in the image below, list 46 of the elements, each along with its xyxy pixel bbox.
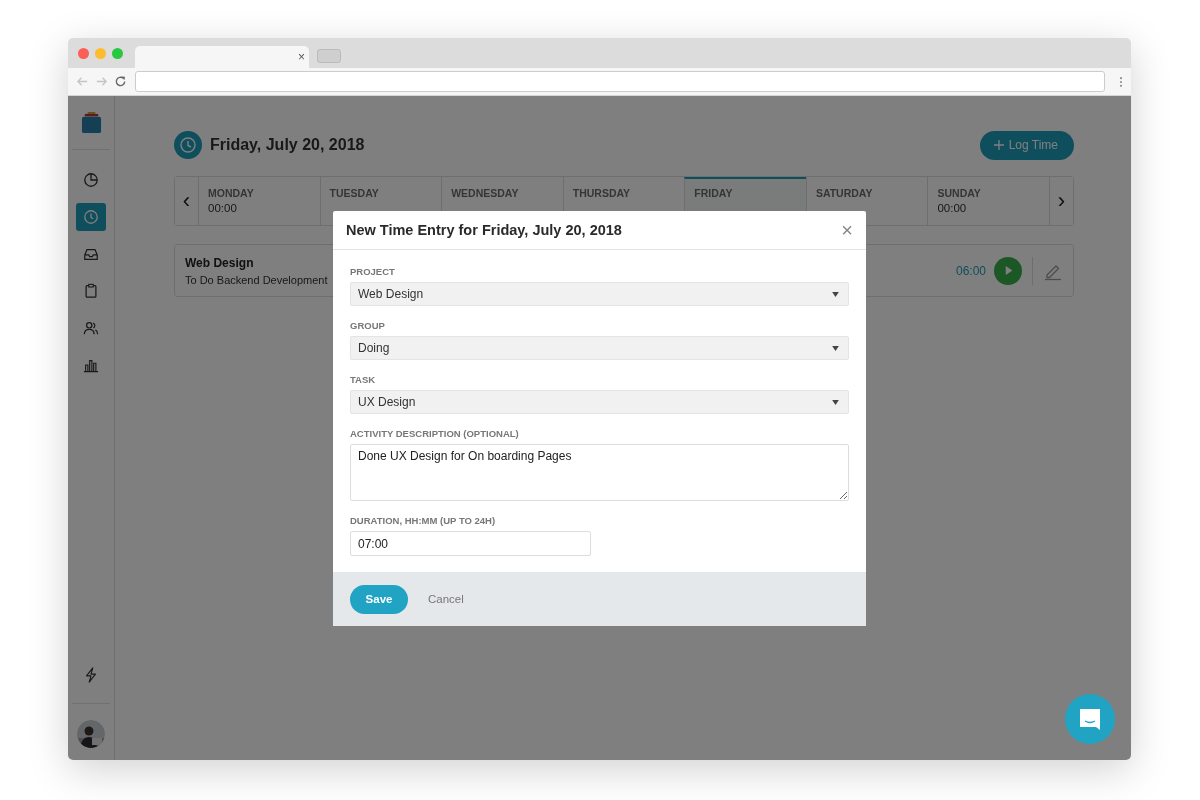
task-name: To Do Backend Development	[185, 273, 328, 286]
day-total: 00:00	[937, 202, 968, 214]
clock-icon	[174, 131, 202, 159]
date-heading: Friday, July 20, 2018	[210, 136, 365, 154]
day-total: 00:00	[208, 202, 238, 214]
dropdown[interactable]: Web Design	[350, 282, 849, 306]
log-time-button[interactable]: Log Time	[979, 130, 1074, 160]
caret-icon	[832, 399, 839, 405]
dropdown[interactable]: Doing	[350, 336, 849, 360]
reload-icon[interactable]	[114, 75, 127, 88]
field-label: DURATION, HH:MM (UP TO 24H)	[350, 515, 496, 526]
plus-icon	[993, 140, 1004, 150]
back-icon[interactable]	[76, 75, 89, 88]
input-field[interactable]: 07:00	[350, 531, 591, 556]
caret-icon	[832, 291, 839, 297]
day-name: MONDAY	[208, 187, 255, 199]
field-label: TASK	[350, 374, 376, 385]
day-name: TUESDAY	[329, 187, 380, 199]
day-tab[interactable]: MONDAY 00:00	[198, 177, 320, 225]
menu-icon[interactable]	[1119, 75, 1123, 88]
text-area[interactable]: Done UX Design for On boarding Pages	[350, 444, 849, 501]
day-name: FRIDAY	[694, 187, 734, 199]
dialog-title: New Time Entry for Friday, July 20, 2018	[346, 222, 622, 238]
address-field[interactable]	[135, 71, 1105, 92]
day-name: SATURDAY	[815, 187, 874, 199]
logo-icon[interactable]	[80, 112, 102, 135]
maximize-window-button[interactable]	[112, 47, 123, 59]
save-button[interactable]: Save	[350, 584, 408, 614]
field-label: ACTIVITY DESCRIPTION (OPTIONAL)	[350, 428, 519, 439]
play-button[interactable]	[994, 256, 1022, 285]
forward-icon[interactable]	[95, 75, 108, 88]
entry-duration: 06:00	[955, 263, 986, 278]
close-window-button[interactable]	[78, 47, 89, 59]
dropdown[interactable]: UX Design	[350, 390, 849, 414]
day-name: THURSDAY	[572, 187, 632, 199]
field-label: PROJECT	[350, 266, 395, 277]
day-name: SUNDAY	[937, 187, 982, 199]
tab-close-button[interactable]: ×	[298, 51, 305, 63]
cancel-button[interactable]: Cancel	[416, 589, 476, 609]
clock-icon[interactable]	[76, 203, 106, 231]
chat-button[interactable]	[1065, 694, 1115, 744]
caret-icon	[832, 345, 839, 351]
browser-tab[interactable]: ×	[135, 46, 309, 68]
field-label: GROUP	[350, 320, 385, 331]
day-name: WEDNESDAY	[451, 187, 520, 199]
project-name: Web Design	[185, 255, 255, 270]
